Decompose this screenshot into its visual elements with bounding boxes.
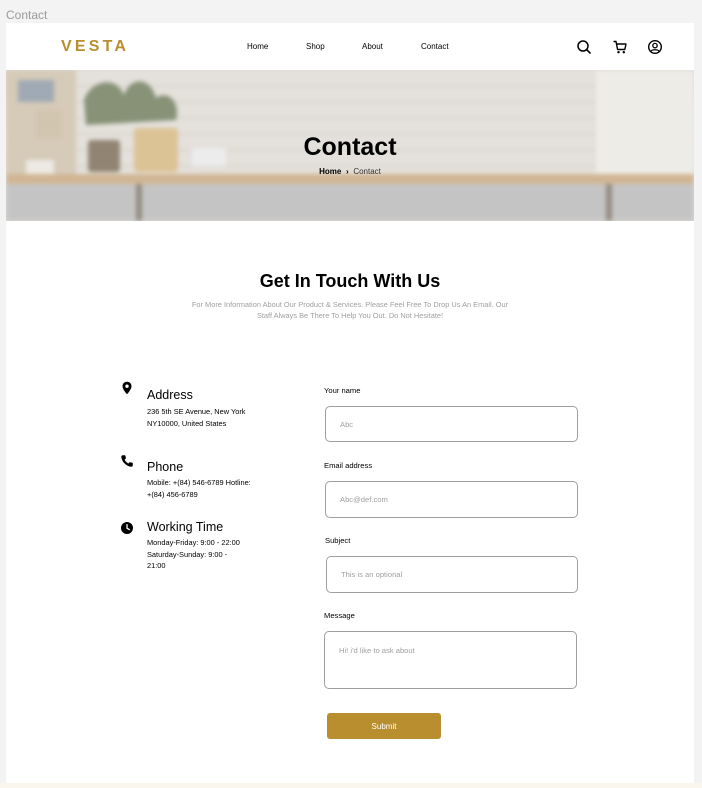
working-time-text: Monday-Friday: 9:00 - 22:00 Saturday-Sun… — [147, 538, 240, 570]
message-label: Message — [324, 611, 355, 620]
email-label: Email address — [324, 461, 373, 470]
nav-about[interactable]: About — [362, 42, 383, 51]
breadcrumb-current: Contact — [353, 167, 381, 176]
phone-text: Mobile: +(84) 546-6789 Hotline: +(84) 45… — [147, 478, 251, 499]
phone-icon — [121, 455, 133, 467]
site-header: VESTA Home Shop About Contact — [6, 23, 694, 70]
section-heading: Get In Touch With Us — [259, 271, 441, 291]
phone-title: Phone — [147, 460, 184, 474]
section-description: For More Information About Our Product &… — [191, 300, 509, 320]
page-title: Contact — [303, 133, 397, 161]
email-input[interactable] — [325, 481, 578, 518]
location-pin-icon — [122, 381, 132, 395]
nav-home[interactable]: Home — [247, 42, 268, 51]
submit-button[interactable]: Submit — [327, 713, 441, 739]
breadcrumb: Home › Contact — [6, 167, 694, 176]
address-title: Address — [147, 388, 193, 402]
name-input[interactable] — [325, 406, 578, 442]
subject-input[interactable] — [326, 556, 578, 593]
user-icon[interactable] — [647, 39, 663, 55]
working-time-title: Working Time — [147, 520, 224, 534]
name-label: Your name — [324, 386, 361, 395]
nav-contact[interactable]: Contact — [421, 42, 449, 51]
frame-label: Contact — [6, 8, 48, 22]
chevron-right-icon: › — [345, 167, 349, 176]
page-frame: VESTA Home Shop About Contact Contact Ho… — [6, 23, 694, 783]
nav-shop[interactable]: Shop — [306, 42, 325, 51]
subject-label: Subject — [325, 536, 351, 545]
search-icon[interactable] — [576, 39, 592, 55]
breadcrumb-home-link[interactable]: Home — [319, 167, 341, 176]
clock-icon — [121, 522, 133, 534]
hero-banner: Contact Home › Contact — [6, 70, 694, 221]
brand-logo[interactable]: VESTA — [61, 38, 129, 56]
cart-icon[interactable] — [612, 39, 628, 55]
address-text: 236 5th SE Avenue, New York NY10000, Uni… — [147, 407, 246, 428]
page-bottom-strip — [0, 783, 702, 788]
message-textarea[interactable] — [324, 631, 577, 689]
